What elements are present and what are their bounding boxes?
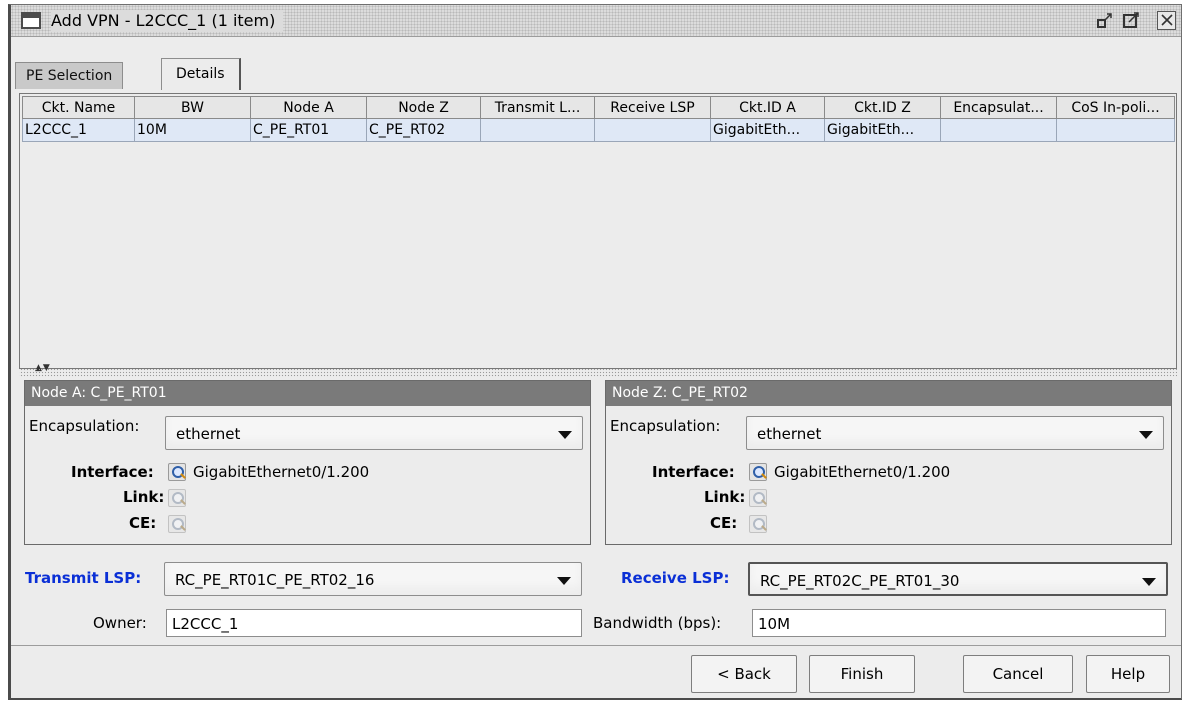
finish-button[interactable]: Finish [809, 655, 915, 693]
table-header-row: Ckt. Name BW Node A Node Z Transmit L...… [22, 96, 1175, 119]
table-cell[interactable]: GigabitEth... [710, 118, 825, 142]
bandwidth-field[interactable]: 10M [752, 609, 1166, 637]
table-cell[interactable]: GigabitEth... [824, 118, 941, 142]
bandwidth-label: Bandwidth (bps): [593, 614, 722, 632]
node-z-ce-label: CE: [710, 514, 738, 532]
circuit-table: Ckt. Name BW Node A Node Z Transmit L...… [19, 93, 1177, 369]
maximize-icon[interactable] [1122, 11, 1141, 30]
col-header-node-z[interactable]: Node Z [366, 96, 481, 119]
window-title: Add VPN - L2CCC_1 (1 item) [51, 10, 284, 32]
receive-lsp-select[interactable]: RC_PE_RT02C_PE_RT01_30 [748, 562, 1168, 596]
owner-label: Owner: [93, 614, 147, 632]
col-header-cos-in-policy[interactable]: CoS In-poli... [1056, 96, 1175, 119]
receive-lsp-label: Receive LSP: [621, 569, 730, 587]
node-z-link-label: Link: [704, 488, 746, 506]
help-button[interactable]: Help [1086, 655, 1170, 693]
node-a-interface-value: GigabitEthernet0/1.200 [193, 463, 370, 481]
table-cell[interactable] [480, 118, 595, 142]
add-vpn-dialog: Add VPN - L2CCC_1 (1 item) PE Selection … [8, 4, 1182, 700]
col-header-receive-lsp[interactable]: Receive LSP [594, 96, 711, 119]
col-header-node-a[interactable]: Node A [250, 96, 367, 119]
node-a-panel: Node A: C_PE_RT01 Encapsulation: etherne… [24, 380, 591, 545]
col-header-ckt-id-a[interactable]: Ckt.ID A [710, 96, 825, 119]
node-z-interface-value: GigabitEthernet0/1.200 [774, 463, 951, 481]
table-cell[interactable] [1056, 118, 1175, 142]
node-a-encapsulation-label: Encapsulation: [29, 417, 140, 435]
splitter-handle[interactable] [19, 369, 1177, 377]
table-cell[interactable]: C_PE_RT01 [250, 118, 367, 142]
chevron-down-icon [1142, 578, 1156, 586]
node-z-encapsulation-select[interactable]: ethernet [746, 416, 1164, 450]
node-z-interface-label: Interface: [652, 463, 735, 481]
transmit-lsp-value: RC_PE_RT01C_PE_RT02_16 [175, 571, 375, 589]
footer-divider [11, 645, 1181, 646]
title-bar[interactable]: Add VPN - L2CCC_1 (1 item) [11, 5, 1181, 37]
ce-search-icon[interactable] [749, 515, 767, 533]
link-search-icon[interactable] [749, 489, 767, 507]
minimize-icon[interactable] [1096, 11, 1115, 30]
node-z-header: Node Z: C_PE_RT02 [606, 381, 1171, 406]
chevron-down-icon [558, 431, 572, 439]
node-a-header: Node A: C_PE_RT01 [25, 381, 590, 406]
chevron-down-icon [557, 577, 571, 585]
node-a-ce-label: CE: [129, 514, 157, 532]
col-header-bw[interactable]: BW [134, 96, 251, 119]
col-header-encapsulation[interactable]: Encapsulat... [940, 96, 1057, 119]
table-cell[interactable] [940, 118, 1057, 142]
col-header-ckt-id-z[interactable]: Ckt.ID Z [824, 96, 941, 119]
interface-search-icon[interactable] [168, 463, 186, 481]
interface-search-icon[interactable] [749, 463, 767, 481]
node-a-encapsulation-value: ethernet [176, 425, 241, 443]
table-cell[interactable]: 10M [134, 118, 251, 142]
ce-search-icon[interactable] [168, 515, 186, 533]
chevron-down-icon [1139, 431, 1153, 439]
transmit-lsp-label: Transmit LSP: [25, 569, 142, 587]
tab-pe-selection[interactable]: PE Selection [15, 62, 124, 89]
node-z-panel: Node Z: C_PE_RT02 Encapsulation: etherne… [605, 380, 1172, 545]
transmit-lsp-select[interactable]: RC_PE_RT01C_PE_RT02_16 [164, 562, 582, 596]
node-a-encapsulation-select[interactable]: ethernet [165, 416, 583, 450]
col-header-ckt-name[interactable]: Ckt. Name [22, 96, 135, 119]
table-cell[interactable]: C_PE_RT02 [366, 118, 481, 142]
node-a-interface-label: Interface: [71, 463, 154, 481]
window-icon [21, 12, 41, 29]
col-header-transmit-lsp[interactable]: Transmit L... [480, 96, 595, 119]
table-cell[interactable]: L2CCC_1 [22, 118, 135, 142]
node-z-encapsulation-label: Encapsulation: [610, 417, 721, 435]
owner-field[interactable]: L2CCC_1 [166, 609, 582, 637]
table-row[interactable]: L2CCC_1 10M C_PE_RT01 C_PE_RT02 GigabitE… [22, 118, 1175, 142]
close-icon[interactable] [1157, 11, 1176, 30]
node-z-encapsulation-value: ethernet [757, 425, 822, 443]
tab-details[interactable]: Details [161, 58, 241, 90]
receive-lsp-value: RC_PE_RT02C_PE_RT01_30 [760, 572, 960, 590]
link-search-icon[interactable] [168, 489, 186, 507]
cancel-button[interactable]: Cancel [963, 655, 1073, 693]
node-a-link-label: Link: [123, 488, 165, 506]
back-button[interactable]: < Back [691, 655, 797, 693]
table-cell[interactable] [594, 118, 711, 142]
